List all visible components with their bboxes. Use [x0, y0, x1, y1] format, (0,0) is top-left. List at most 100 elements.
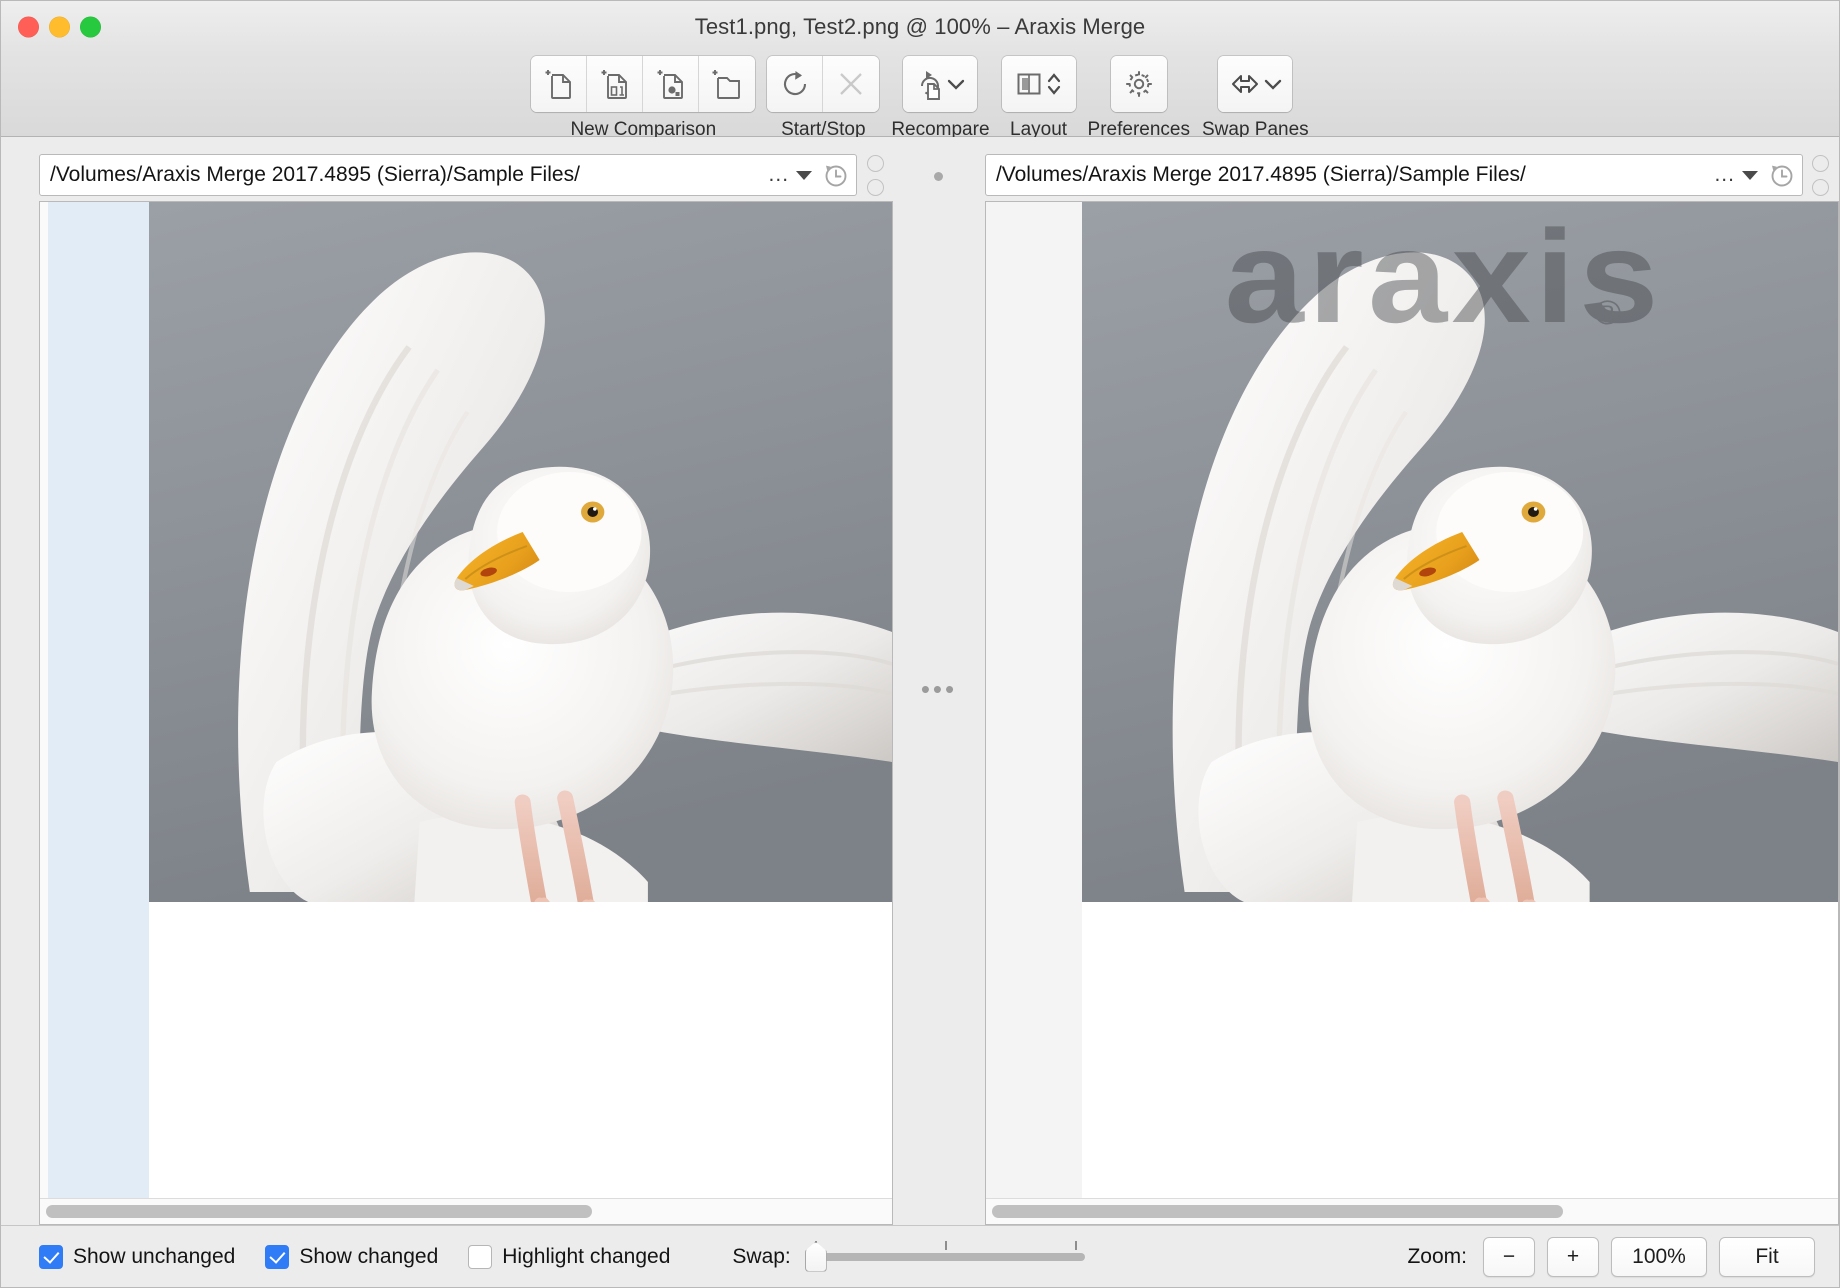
- show-changed-box[interactable]: [265, 1245, 289, 1269]
- swap-slider-thumb[interactable]: [805, 1242, 827, 1272]
- araxis-merge-window: Test1.png, Test2.png @ 100% – Araxis Mer…: [0, 0, 1840, 1288]
- show-unchanged-label: Show unchanged: [73, 1245, 235, 1269]
- panes-container: /Volumes/Araxis Merge 2017.4895 (Sierra)…: [1, 137, 1839, 1225]
- new-binary-comparison-button[interactable]: [587, 56, 643, 112]
- filter-checkboxes: Show unchanged Show changed Highlight ch…: [39, 1245, 670, 1269]
- new-text-comparison-button[interactable]: [531, 56, 587, 112]
- new-folder-comparison-icon: [711, 67, 743, 101]
- new-image-comparison-button[interactable]: [643, 56, 699, 112]
- left-gutter-unchanged: [40, 202, 48, 1198]
- right-gutter-unchanged: [986, 202, 1082, 1198]
- right-pane: /Volumes/Araxis Merge 2017.4895 (Sierra)…: [985, 153, 1839, 1225]
- swap-tick-50: [945, 1241, 947, 1250]
- highlight-changed-label: Highlight changed: [502, 1245, 670, 1269]
- divider-handle[interactable]: •••: [921, 676, 957, 702]
- chevron-down-icon: [947, 78, 965, 90]
- swap-slider[interactable]: [805, 1242, 1085, 1272]
- seagull-image-right: araxis ®: [1082, 202, 1838, 902]
- start-comparison-button[interactable]: [767, 56, 823, 112]
- zoom-out-button[interactable]: −: [1483, 1237, 1535, 1277]
- title-bar: Test1.png, Test2.png @ 100% – Araxis Mer…: [1, 1, 1839, 53]
- left-clock-history-icon[interactable]: [822, 162, 848, 188]
- right-photo-canvas[interactable]: araxis ®: [1082, 202, 1838, 1198]
- chevron-down-icon: [1264, 78, 1282, 90]
- toolbar-group-layout: Layout: [1002, 56, 1076, 141]
- left-gutter-changed-marker: [48, 202, 149, 1198]
- swap-tick-100: [1075, 1241, 1077, 1250]
- right-image-box: araxis ®: [985, 201, 1839, 1225]
- stepper-up-down-icon: [1046, 69, 1062, 99]
- right-image-viewport[interactable]: araxis ®: [986, 202, 1838, 1198]
- new-folder-comparison-button[interactable]: [699, 56, 755, 112]
- show-changed-label: Show changed: [299, 1245, 438, 1269]
- right-pane-nav-circles: [1803, 154, 1839, 196]
- left-horizontal-scrollbar[interactable]: [40, 1198, 892, 1224]
- show-unchanged-box[interactable]: [39, 1245, 63, 1269]
- highlight-changed-box[interactable]: [468, 1245, 492, 1269]
- left-image-viewport[interactable]: [40, 202, 892, 1198]
- close-button[interactable]: [18, 17, 39, 38]
- recompare-icon: [916, 68, 944, 100]
- zoom-100-button[interactable]: 100%: [1611, 1237, 1707, 1277]
- left-photo-canvas[interactable]: [149, 202, 892, 1198]
- left-image-box: [39, 201, 893, 1225]
- zoom-button[interactable]: [80, 17, 101, 38]
- right-scrollbar-thumb[interactable]: [992, 1205, 1563, 1218]
- right-path-row: /Volumes/Araxis Merge 2017.4895 (Sierra)…: [985, 153, 1839, 197]
- right-clock-history-icon[interactable]: [1768, 162, 1794, 188]
- left-path-ellipsis: ...: [769, 163, 790, 187]
- prev-difference-circle-right[interactable]: [1812, 155, 1829, 172]
- layout-button[interactable]: [1002, 56, 1076, 112]
- left-scrollbar-thumb[interactable]: [46, 1205, 592, 1218]
- right-path-ellipsis: ...: [1714, 163, 1735, 187]
- right-horizontal-scrollbar[interactable]: [986, 1198, 1838, 1224]
- zoom-fit-button[interactable]: Fit: [1719, 1237, 1815, 1277]
- right-path-text: /Volumes/Araxis Merge 2017.4895 (Sierra)…: [996, 163, 1713, 187]
- swap-arrows-icon: [1229, 70, 1261, 98]
- show-changed-checkbox[interactable]: Show changed: [265, 1245, 438, 1269]
- swap-slider-group: Swap:: [732, 1242, 1084, 1272]
- next-difference-circle[interactable]: [867, 179, 884, 196]
- window-title: Test1.png, Test2.png @ 100% – Araxis Mer…: [1, 14, 1839, 40]
- new-text-comparison-icon: [544, 67, 574, 101]
- next-difference-circle-right[interactable]: [1812, 179, 1829, 196]
- left-path-field[interactable]: /Volumes/Araxis Merge 2017.4895 (Sierra)…: [39, 154, 857, 196]
- gear-icon: [1122, 67, 1156, 101]
- stop-comparison-button[interactable]: [823, 56, 879, 112]
- toolbar-group-new-comparison: New Comparison: [531, 56, 755, 141]
- zoom-label: Zoom:: [1407, 1245, 1467, 1269]
- zoom-controls: Zoom: − + 100% Fit: [1407, 1237, 1815, 1277]
- svg-text:®: ®: [1594, 294, 1621, 331]
- toolbar-group-recompare: Recompare: [891, 56, 989, 141]
- divider-dot: [934, 172, 943, 181]
- left-path-row: /Volumes/Araxis Merge 2017.4895 (Sierra)…: [39, 153, 893, 197]
- prev-difference-circle[interactable]: [867, 155, 884, 172]
- araxis-watermark: araxis ®: [1225, 204, 1663, 351]
- right-path-dropdown-caret[interactable]: [1742, 171, 1758, 180]
- status-bar: Show unchanged Show changed Highlight ch…: [1, 1225, 1839, 1287]
- minimize-button[interactable]: [49, 17, 70, 38]
- comparison-area: /Volumes/Araxis Merge 2017.4895 (Sierra)…: [1, 137, 1839, 1287]
- show-unchanged-checkbox[interactable]: Show unchanged: [39, 1245, 235, 1269]
- left-pane-nav-circles: [857, 154, 893, 196]
- toolbar-group-swap-panes: Swap Panes: [1202, 56, 1309, 141]
- window-controls: [18, 17, 101, 38]
- pane-divider[interactable]: •••: [893, 153, 985, 1225]
- toolbar-group-preferences: Preferences: [1088, 56, 1190, 141]
- preferences-button[interactable]: [1111, 56, 1167, 112]
- swap-label: Swap:: [732, 1245, 790, 1269]
- seagull-image-left: [149, 202, 892, 902]
- left-path-dropdown-caret[interactable]: [796, 171, 812, 180]
- toolbar: New Comparison Start/Stop: [1, 53, 1839, 137]
- swap-slider-track[interactable]: [811, 1253, 1085, 1261]
- zoom-in-button[interactable]: +: [1547, 1237, 1599, 1277]
- layout-two-pane-icon: [1015, 69, 1043, 99]
- stop-x-icon: [836, 69, 866, 99]
- start-refresh-icon: [780, 68, 810, 100]
- right-path-field[interactable]: /Volumes/Araxis Merge 2017.4895 (Sierra)…: [985, 154, 1803, 196]
- new-image-comparison-icon: [656, 67, 686, 101]
- highlight-changed-checkbox[interactable]: Highlight changed: [468, 1245, 670, 1269]
- recompare-button[interactable]: [903, 56, 977, 112]
- swap-panes-button[interactable]: [1218, 56, 1292, 112]
- left-path-text: /Volumes/Araxis Merge 2017.4895 (Sierra)…: [50, 163, 767, 187]
